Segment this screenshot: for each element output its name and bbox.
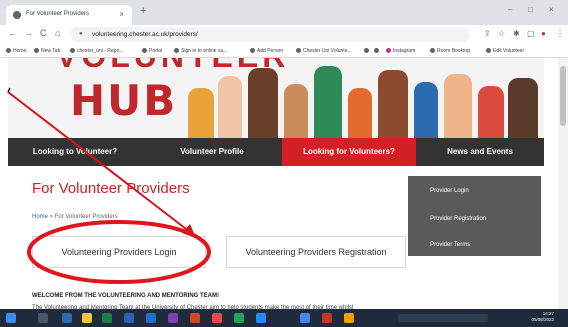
home-icon[interactable]: ⌂ (55, 28, 60, 38)
star-icon[interactable]: ☆ (498, 29, 505, 38)
extensions-icon[interactable]: ✱ (513, 29, 520, 38)
bookmark-item[interactable]: Chester Uni Volunte... (296, 48, 352, 54)
page-content: For Volunteer Providers Home » For Volun… (8, 166, 544, 311)
share-icon[interactable]: ⇪ (484, 29, 491, 38)
hand-graphic (348, 88, 372, 138)
breadcrumb-current: For Volunteer Providers (54, 214, 118, 220)
taskbar-app-icon[interactable] (256, 313, 266, 323)
bookmark-item[interactable] (374, 48, 381, 54)
hand-graphic (218, 76, 242, 138)
hand-graphic (314, 66, 342, 138)
bookmark-item[interactable]: Edit Volunteer (486, 48, 524, 54)
page-scrollbar[interactable] (558, 58, 568, 309)
reload-icon[interactable]: C (40, 28, 47, 38)
os-taskbar: 14:27 05/08/2022 (0, 309, 568, 327)
new-tab-button[interactable]: + (140, 5, 146, 17)
hand-graphic (414, 82, 438, 138)
hand-graphic (284, 84, 308, 138)
nav-news-and-events[interactable]: News and Events (416, 138, 544, 166)
taskbar-app-icon[interactable] (146, 313, 156, 323)
bookmark-item[interactable]: Add Person (250, 48, 283, 54)
sidebar-link-provider-terms[interactable]: Provider Terms (430, 242, 470, 248)
url-text: volunteering.chester.ac.uk/providers/ (92, 31, 198, 38)
bookmark-item[interactable] (364, 48, 371, 54)
hand-graphic (478, 86, 504, 138)
breadcrumb-separator: » (49, 214, 54, 220)
taskbar-app-icon[interactable] (234, 313, 244, 323)
taskbar-clock[interactable]: 14:27 05/08/2022 (531, 311, 554, 323)
main-navigation: Looking to Volunteer? Volunteer Profile … (8, 138, 544, 166)
page-title: For Volunteer Providers (32, 180, 190, 197)
taskbar-app-icon[interactable] (344, 313, 354, 323)
search-icon[interactable] (38, 313, 48, 323)
favicon-icon (13, 11, 21, 19)
bookmark-item[interactable]: Sign in to online su... (174, 48, 227, 54)
sidepanel-icon[interactable]: ▢ (527, 29, 535, 38)
browser-tab[interactable]: For Volunteer Providers × (6, 5, 132, 25)
bookmark-item[interactable]: Instagram (386, 48, 415, 54)
maximize-icon[interactable]: □ (528, 5, 533, 14)
taskbar-app-icon[interactable] (124, 313, 134, 323)
tab-title: For Volunteer Providers (26, 11, 90, 17)
window-close-icon[interactable]: × (549, 5, 554, 14)
welcome-heading: WELCOME FROM THE VOLUNTEERING AND MENTOR… (32, 293, 219, 299)
hand-graphic (248, 68, 278, 138)
hand-graphic (508, 78, 538, 138)
hand-graphic (378, 70, 408, 138)
bookmark-item[interactable]: New Tab (34, 48, 60, 54)
bookmark-item[interactable]: Room Booking (430, 48, 470, 54)
nav-volunteer-profile[interactable]: Volunteer Profile (142, 138, 282, 166)
providers-registration-button[interactable]: Volunteering Providers Registration (226, 236, 406, 268)
minimize-icon[interactable]: – (508, 5, 512, 14)
nav-looking-for-volunteers[interactable]: Looking for Volunteers? (282, 138, 416, 166)
url-field[interactable]: ● volunteering.chester.ac.uk/providers/ (70, 27, 470, 42)
taskbar-app-icon[interactable] (168, 313, 178, 323)
breadcrumb-home-link[interactable]: Home (32, 214, 48, 220)
browser-tab-strip: For Volunteer Providers × + – □ × (0, 0, 568, 25)
taskbar-app-icon[interactable] (190, 313, 200, 323)
nav-looking-to-volunteer[interactable]: Looking to Volunteer? (8, 138, 142, 166)
provider-sidebar: Provider Login Provider Registration Pro… (408, 176, 541, 256)
system-tray[interactable] (398, 314, 488, 322)
tab-close-icon[interactable]: × (119, 10, 124, 19)
back-arrow-icon[interactable]: ← (8, 28, 17, 38)
taskbar-app-icon[interactable] (82, 313, 92, 323)
sidebar-link-provider-registration[interactable]: Provider Registration (430, 216, 486, 222)
bookmark-item[interactable]: Portal (142, 48, 162, 54)
taskbar-app-icon[interactable] (212, 313, 222, 323)
profile-avatar-icon[interactable]: ● (541, 29, 546, 38)
taskbar-app-icon[interactable] (322, 313, 332, 323)
taskbar-app-icon[interactable] (62, 313, 72, 323)
hand-graphic (188, 88, 214, 138)
bookmark-item[interactable]: Home (6, 48, 26, 54)
chrome-taskbar-icon[interactable] (300, 313, 310, 323)
hand-graphic (444, 74, 472, 138)
taskbar-app-icon[interactable] (102, 313, 112, 323)
clock-date: 05/08/2022 (531, 317, 554, 322)
forward-arrow-icon[interactable]: → (24, 28, 33, 38)
bookmark-item[interactable]: chester_uni - Repo... (70, 48, 123, 54)
start-icon[interactable] (6, 313, 16, 323)
hero-logo-text: HUB (70, 76, 178, 125)
sidebar-link-provider-login[interactable]: Provider Login (430, 188, 469, 194)
scrollbar-thumb[interactable] (560, 66, 566, 126)
bookmarks-bar: Home New Tab chester_uni - Repo... Porta… (0, 44, 568, 58)
lock-icon: ● (79, 31, 83, 37)
menu-icon[interactable]: ⋮ (556, 29, 564, 38)
hero-banner: VOLUNTEER HUB (8, 58, 544, 138)
providers-login-button[interactable]: Volunteering Providers Login (32, 236, 206, 268)
address-bar-row: ← → C ⌂ ● volunteering.chester.ac.uk/pro… (0, 25, 568, 44)
breadcrumb: Home » For Volunteer Providers (32, 214, 118, 220)
